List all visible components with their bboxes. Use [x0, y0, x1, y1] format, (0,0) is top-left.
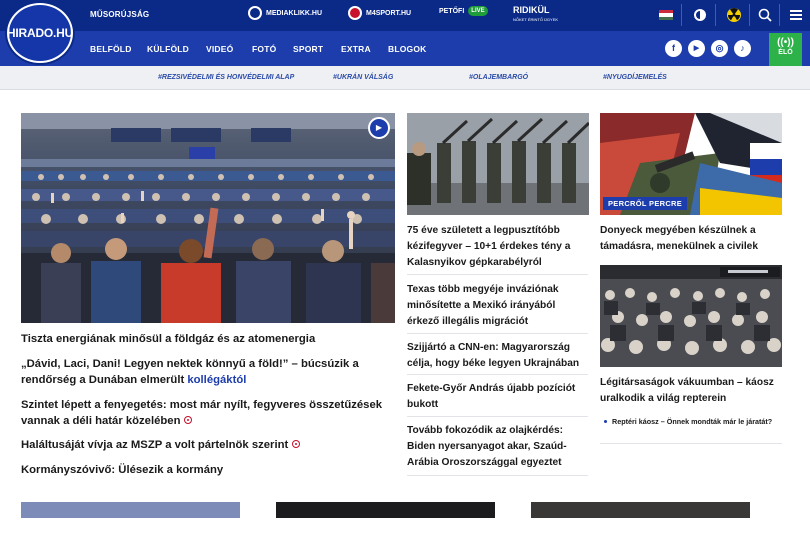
menu-icon[interactable]: [788, 7, 804, 23]
divider: [681, 4, 682, 26]
instagram-icon[interactable]: ◎: [711, 40, 728, 57]
next-article-image-1[interactable]: [21, 502, 240, 518]
headline-text: Haláltusáját vívja az MSZP a volt pártel…: [21, 439, 289, 451]
lead-headline-2[interactable]: „Dávid, Laci, Dani! Legyen nektek könnyű…: [21, 356, 395, 388]
tag-bar: [0, 66, 810, 90]
middle-article-2[interactable]: Texas több megyéje inváziónak minősített…: [407, 282, 588, 330]
program-guide-link[interactable]: MŰSORÚJSÁG: [90, 10, 149, 19]
live-badge: LIVE: [468, 6, 488, 16]
ridikul-title: RIDIKÜL: [513, 5, 550, 15]
m4sport-icon: [348, 6, 362, 20]
youtube-icon[interactable]: ▶: [688, 40, 705, 57]
lead-headline-4[interactable]: Haláltusáját vívja az MSZP a volt pártel…: [21, 437, 395, 453]
partner-mediaklikk[interactable]: MEDIAKLIKK.HU: [248, 6, 322, 20]
divider: [715, 4, 716, 26]
live-label: ÉLŐ: [778, 49, 793, 56]
headline-text: Tiszta energiának minősül a földgáz és a…: [21, 333, 316, 345]
divider: [407, 416, 588, 417]
ridikul-subtitle: NŐKET ÉRINTŐ ÜGYEK: [513, 17, 559, 22]
brightness-icon[interactable]: [692, 7, 708, 23]
live-ticker-badge[interactable]: PERCRŐL PERCRE: [603, 197, 688, 210]
next-article-image-3[interactable]: [531, 502, 750, 518]
middle-article-5[interactable]: Tovább fokozódik az olajkérdés: Biden ny…: [407, 423, 588, 471]
partner-petofi[interactable]: PETŐFI LIVE: [439, 6, 488, 16]
nav-kulfold[interactable]: KÜLFÖLD: [147, 44, 189, 54]
lead-headline-3[interactable]: Szintet lépett a fenyegetés: most már ny…: [21, 397, 395, 429]
tag-ukran[interactable]: #UKRÁN VÁLSÁG: [333, 74, 393, 81]
right-related-link[interactable]: Reptéri káosz – Önnek mondták már le jár…: [604, 416, 780, 427]
kalashnikov-article-image[interactable]: [407, 113, 589, 215]
headline-link-text[interactable]: kollégáktól: [187, 374, 246, 386]
nav-video[interactable]: VIDEÓ: [206, 44, 233, 54]
right-article-2[interactable]: Légitársaságok vákuumban – káosz uralkod…: [600, 375, 782, 407]
video-icon: [292, 440, 301, 448]
right-article-1[interactable]: Donyeck megyében készülnek a támadásra, …: [600, 223, 782, 255]
live-button[interactable]: ((•)) ÉLŐ: [769, 33, 802, 66]
divider: [749, 4, 750, 26]
divider: [600, 443, 782, 444]
partner-label: PETŐFI: [439, 7, 465, 15]
broadcast-icon: ((•)): [777, 37, 794, 48]
tag-rezsi[interactable]: #REZSIVÉDELMI ÉS HONVÉDELMI ALAP: [158, 74, 294, 81]
next-article-image-2[interactable]: [276, 502, 495, 518]
site-logo[interactable]: HIRADO.HU: [7, 3, 73, 63]
tag-nyugdij[interactable]: #NYUGDÍJEMELÉS: [603, 74, 667, 81]
nav-blogok[interactable]: BLOGOK: [388, 44, 427, 54]
nav-sport[interactable]: SPORT: [293, 44, 323, 54]
divider: [407, 333, 588, 334]
headline-text: Kormányszóvivő: Ülésezik a kormány: [21, 464, 224, 476]
partner-label: M4SPORT.HU: [366, 9, 412, 17]
divider: [407, 475, 588, 476]
lead-headline-1[interactable]: Tiszta energiának minősül a földgáz és a…: [21, 331, 395, 347]
tiktok-icon[interactable]: ♪: [734, 40, 751, 57]
mediaklikk-icon: [248, 6, 262, 20]
divider: [407, 274, 588, 275]
tag-olaj[interactable]: #OLAJEMBARGÓ: [469, 74, 528, 81]
middle-article-1[interactable]: 75 éve született a legpusztítóbb kézifeg…: [407, 223, 588, 271]
nav-foto[interactable]: FOTÓ: [252, 44, 276, 54]
partner-m4sport[interactable]: M4SPORT.HU: [348, 6, 411, 20]
divider: [407, 374, 588, 375]
nav-belfold[interactable]: BELFÖLD: [90, 44, 132, 54]
middle-article-3[interactable]: Szijjártó a CNN-en: Magyarország célja, …: [407, 340, 588, 372]
search-icon[interactable]: [757, 7, 773, 23]
middle-article-4[interactable]: Fekete-Győr András újabb pozíciót bukott: [407, 381, 588, 413]
lead-article-image[interactable]: [21, 113, 395, 323]
radiation-icon[interactable]: [726, 7, 742, 23]
flag-icon[interactable]: [659, 10, 673, 20]
airport-article-image[interactable]: [600, 265, 782, 367]
partner-label: MEDIAKLIKK.HU: [266, 9, 322, 17]
ridikul-logo[interactable]: RIDIKÜL NŐKET ÉRINTŐ ÜGYEK: [513, 6, 558, 24]
video-play-icon[interactable]: ▶: [368, 117, 390, 139]
lead-headline-5[interactable]: Kormányszóvivő: Ülésezik a kormány: [21, 462, 395, 478]
divider: [779, 4, 780, 26]
facebook-icon[interactable]: f: [665, 40, 682, 57]
video-icon: [184, 416, 193, 424]
nav-extra[interactable]: EXTRA: [341, 44, 371, 54]
headline-text: Szintet lépett a fenyegetés: most már ny…: [21, 399, 383, 427]
